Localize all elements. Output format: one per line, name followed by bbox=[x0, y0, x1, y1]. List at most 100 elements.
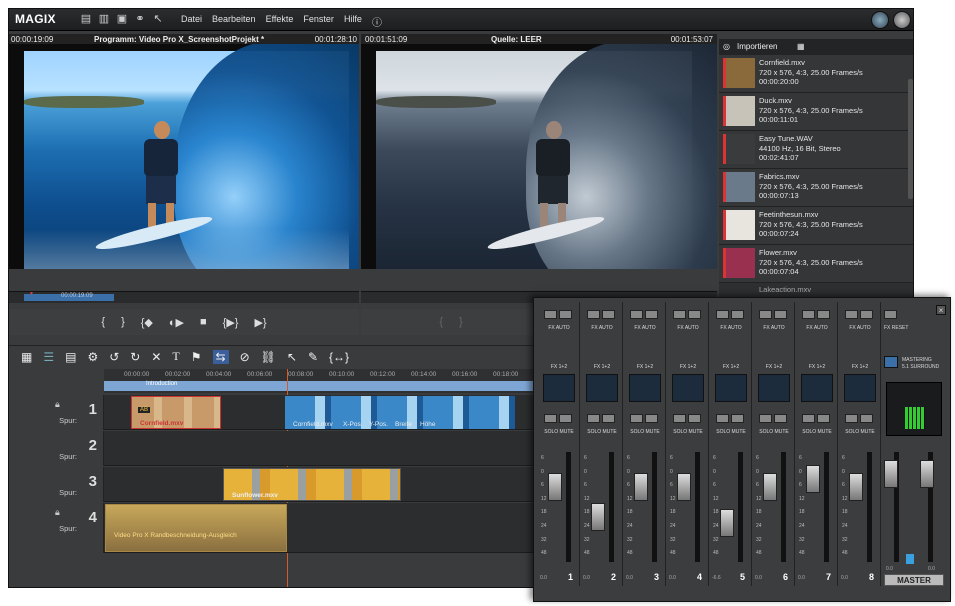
media-item[interactable]: Duck.mxv 720 x 576, 4:3, 25.00 Frames/s 00… bbox=[719, 93, 913, 131]
mute-button[interactable] bbox=[602, 414, 615, 423]
info-icon[interactable]: ⓘ bbox=[372, 14, 382, 29]
master-fader-right[interactable] bbox=[920, 460, 934, 488]
solo-button[interactable] bbox=[544, 414, 557, 423]
source-mark-in-button[interactable]: { bbox=[439, 316, 443, 328]
source-monitor[interactable] bbox=[361, 44, 717, 269]
menu-bearbeiten[interactable]: Bearbeiten bbox=[212, 14, 256, 29]
auto-button[interactable] bbox=[645, 310, 658, 319]
open-file-icon[interactable]: ▥ bbox=[97, 12, 111, 26]
channel-fader[interactable] bbox=[548, 473, 562, 502]
save-icon[interactable]: ▣ bbox=[115, 12, 129, 26]
transition-icon[interactable]: AB bbox=[138, 407, 151, 413]
storyboard-view-icon[interactable]: ▦ bbox=[21, 350, 32, 364]
fx-button[interactable] bbox=[630, 310, 643, 319]
master-link-indicator[interactable] bbox=[906, 554, 914, 564]
prev-marker-button[interactable]: {◆ bbox=[141, 316, 153, 329]
media-item[interactable]: Feetinthesun.mxv 720 x 576, 4:3, 25.00 Fr… bbox=[719, 207, 913, 245]
marker-icon[interactable]: ⚑ bbox=[191, 350, 202, 364]
auto-button[interactable] bbox=[817, 310, 830, 319]
link-icon[interactable]: ⚭ bbox=[133, 12, 147, 26]
redo-icon[interactable]: ↻ bbox=[130, 350, 140, 364]
mute-button[interactable] bbox=[645, 414, 658, 423]
next-marker-button[interactable]: ▶} bbox=[254, 316, 266, 329]
solo-button[interactable] bbox=[716, 414, 729, 423]
menu-effekte[interactable]: Effekte bbox=[266, 14, 294, 29]
fx-button[interactable] bbox=[587, 310, 600, 319]
media-scrollbar[interactable] bbox=[908, 79, 913, 199]
mute-button[interactable] bbox=[688, 414, 701, 423]
channel-fader[interactable] bbox=[806, 465, 820, 494]
fx-button[interactable] bbox=[759, 310, 772, 319]
fx-button[interactable] bbox=[802, 310, 815, 319]
mute-button[interactable] bbox=[817, 414, 830, 423]
program-scrub-bar[interactable]: ▼ 00:00:19:09 bbox=[9, 291, 359, 303]
media-item[interactable]: Easy Tune.WAV 44100 Hz, 16 Bit, Stereo 00:… bbox=[719, 131, 913, 169]
solo-button[interactable] bbox=[673, 414, 686, 423]
fx-reset-label[interactable]: FX RESET bbox=[884, 325, 908, 331]
clip-track-4[interactable]: Video Pro X Randbeschneidung-Ausgleich bbox=[105, 504, 287, 552]
razor-icon[interactable]: ✎ bbox=[308, 350, 318, 364]
group-icon[interactable]: ⊘ bbox=[240, 350, 250, 364]
mute-button[interactable] bbox=[559, 414, 572, 423]
clip-cornfield-2[interactable]: Cornfield.mxv X-Pos. Y-Pos. Breite Höhe bbox=[285, 396, 515, 429]
play-range-button[interactable]: {▶} bbox=[223, 316, 239, 329]
master-fader-left[interactable] bbox=[884, 460, 898, 488]
delete-icon[interactable]: ✕ bbox=[151, 350, 161, 364]
pan-display[interactable] bbox=[844, 374, 876, 402]
timeline-view-icon[interactable]: ☰ bbox=[43, 350, 54, 364]
clip-sunflower[interactable]: Sunflower.mxv bbox=[223, 468, 401, 501]
lock-icon[interactable]: 🔒︎ bbox=[55, 507, 60, 518]
mute-button[interactable] bbox=[774, 414, 787, 423]
solo-button[interactable] bbox=[587, 414, 600, 423]
menu-fenster[interactable]: Fenster bbox=[303, 14, 334, 29]
marker-introduction[interactable]: Introduction bbox=[146, 381, 177, 387]
channel-fader[interactable] bbox=[677, 473, 691, 502]
auto-button[interactable] bbox=[688, 310, 701, 319]
lock-icon[interactable]: 🔒︎ bbox=[55, 399, 60, 410]
solo-button[interactable] bbox=[845, 414, 858, 423]
pan-display[interactable] bbox=[715, 374, 747, 402]
solo-button[interactable] bbox=[759, 414, 772, 423]
master-fx-button[interactable] bbox=[884, 310, 897, 319]
channel-fader[interactable] bbox=[634, 473, 648, 502]
pan-display[interactable] bbox=[586, 374, 618, 402]
fx-button[interactable] bbox=[716, 310, 729, 319]
fx-button[interactable] bbox=[845, 310, 858, 319]
program-monitor[interactable] bbox=[9, 44, 359, 269]
menu-hilfe[interactable]: Hilfe bbox=[344, 14, 362, 29]
auto-button[interactable] bbox=[731, 310, 744, 319]
mute-button[interactable] bbox=[860, 414, 873, 423]
media-item-partial[interactable]: Lakeaction.mxv bbox=[759, 285, 811, 294]
auto-button[interactable] bbox=[860, 310, 873, 319]
link-clips-icon[interactable]: ⛓ bbox=[261, 350, 276, 364]
close-icon[interactable]: × bbox=[936, 305, 946, 315]
channel-fader[interactable] bbox=[849, 473, 863, 502]
stop-button[interactable]: ■ bbox=[200, 316, 207, 328]
media-item[interactable]: Cornfield.mxv 720 x 576, 4:3, 25.00 Frame… bbox=[719, 55, 913, 93]
new-file-icon[interactable]: ▤ bbox=[79, 12, 93, 26]
fx-button[interactable] bbox=[673, 310, 686, 319]
mark-out-button[interactable]: } bbox=[121, 316, 125, 328]
disc-icon[interactable] bbox=[893, 11, 911, 29]
channel-fader[interactable] bbox=[591, 502, 605, 531]
title-icon[interactable]: T bbox=[172, 349, 179, 364]
play-button[interactable]: ◐▶ bbox=[169, 316, 184, 329]
import-icon[interactable]: ◎ bbox=[723, 39, 730, 55]
film-reel-icon[interactable] bbox=[871, 11, 889, 29]
add-folder-icon[interactable]: ▦ bbox=[797, 39, 805, 55]
auto-button[interactable] bbox=[602, 310, 615, 319]
pan-display[interactable] bbox=[543, 374, 575, 402]
playhead-icon[interactable]: ▼ bbox=[29, 291, 34, 297]
cursor-mode-icon[interactable]: ↖ bbox=[287, 350, 297, 364]
pan-display[interactable] bbox=[672, 374, 704, 402]
help-cursor-icon[interactable]: ↖ bbox=[151, 12, 165, 26]
undo-icon[interactable]: ↺ bbox=[109, 350, 119, 364]
solo-button[interactable] bbox=[630, 414, 643, 423]
source-mark-out-button[interactable]: } bbox=[459, 316, 463, 328]
auto-button[interactable] bbox=[774, 310, 787, 319]
solo-button[interactable] bbox=[802, 414, 815, 423]
import-label[interactable]: Importieren bbox=[737, 42, 777, 51]
pan-display[interactable] bbox=[629, 374, 661, 402]
clip-cornfield[interactable]: Cornfield.mxv AB bbox=[131, 396, 221, 429]
pan-display[interactable] bbox=[801, 374, 833, 402]
